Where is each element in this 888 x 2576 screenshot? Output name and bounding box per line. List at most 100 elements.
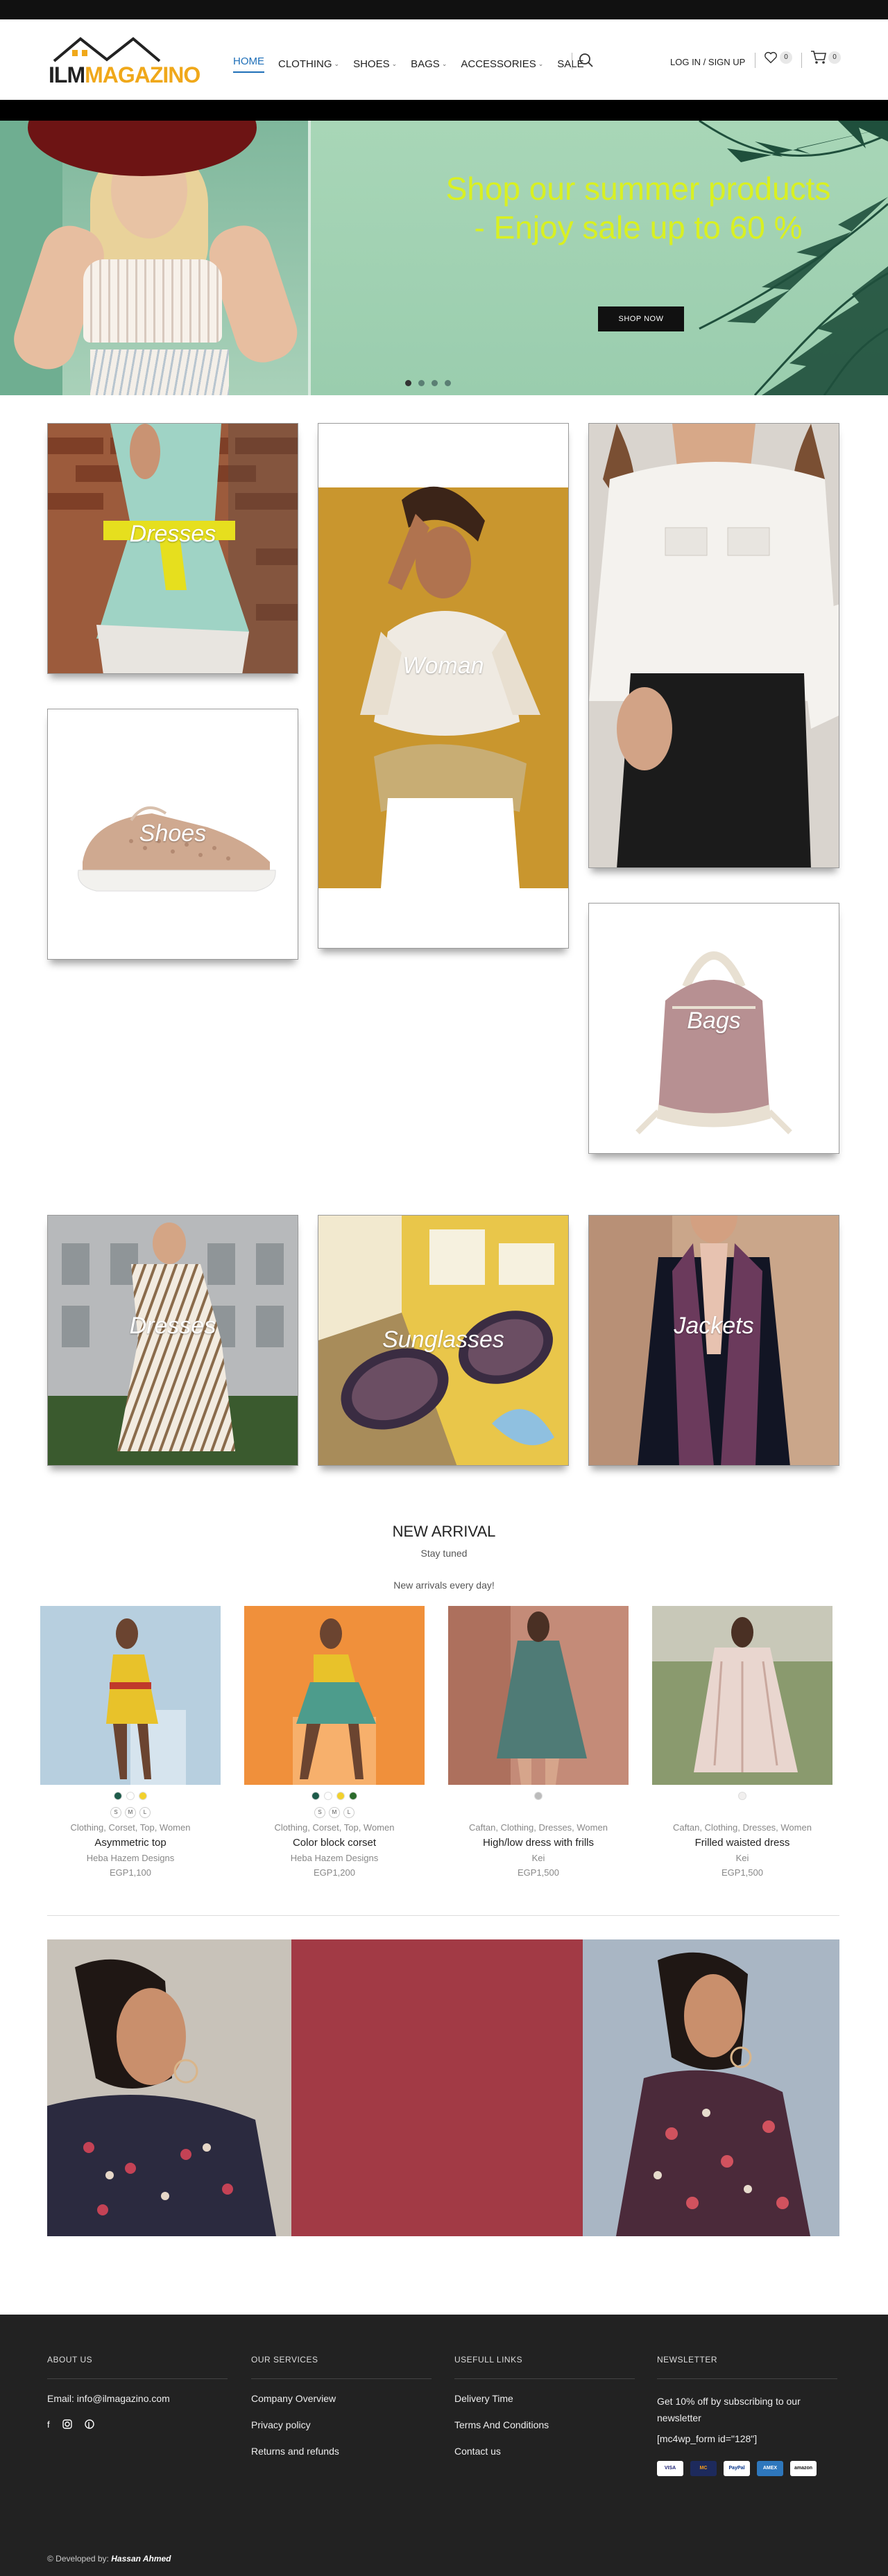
product-brand[interactable]: Kei [652, 1853, 832, 1863]
product-name[interactable]: Color block corset [244, 1837, 425, 1849]
new-arrival-subtitle: Stay tuned [420, 1548, 468, 1559]
category-tile-sunglasses[interactable]: Sunglasses [318, 1215, 569, 1466]
woman-photo [318, 424, 568, 948]
product-card[interactable]: Caftan, Clothing, Dresses, Women High/lo… [448, 1606, 629, 1878]
nav-item-home[interactable]: HOME [233, 55, 264, 73]
product-categories[interactable]: Caftan, Clothing, Dresses, Women [448, 1822, 629, 1833]
product-categories[interactable]: Clothing, Corset, Top, Women [244, 1822, 425, 1833]
developer-name[interactable]: Hassan Ahmed [111, 2554, 171, 2564]
product-categories[interactable]: Caftan, Clothing, Dresses, Women [652, 1822, 832, 1833]
size-option[interactable]: M [125, 1807, 136, 1818]
jacket-photo [589, 1216, 839, 1465]
category-label: Sunglasses [382, 1326, 504, 1353]
color-swatch[interactable] [311, 1792, 320, 1800]
color-swatch[interactable] [336, 1792, 345, 1800]
header-separator [801, 53, 802, 68]
dresses-photo [48, 424, 298, 673]
footer-link[interactable]: Privacy policy [251, 2419, 432, 2430]
shop-now-button[interactable]: SHOP NOW [598, 306, 684, 331]
product-card[interactable]: SML Clothing, Corset, Top, Women Asymmet… [40, 1606, 221, 1878]
nav-item-shoes[interactable]: SHOES ⌄ [353, 55, 397, 73]
category-tile-shoes[interactable]: Shoes [47, 709, 298, 960]
slider-dot[interactable] [418, 380, 425, 386]
instagram-icon[interactable] [62, 2419, 72, 2429]
product-brand[interactable]: Kei [448, 1853, 629, 1863]
product-image[interactable] [448, 1606, 629, 1785]
chevron-down-icon: ⌄ [538, 60, 544, 67]
category-tile-bags[interactable]: Bags [588, 903, 839, 1154]
footer-email[interactable]: Email: info@ilmagazino.com [47, 2393, 228, 2404]
main-nav: HOME CLOTHING ⌄ SHOES ⌄ BAGS ⌄ ACCESSORIES ⌄ SALE [233, 55, 598, 73]
login-signup-link[interactable]: LOG IN / SIGN UP [670, 57, 745, 67]
footer-newsletter: NEWSLETTER Get 10% off by subscribing to… [657, 2355, 837, 2476]
product-image[interactable] [652, 1606, 832, 1785]
color-swatch[interactable] [324, 1792, 332, 1800]
color-swatch[interactable] [534, 1792, 543, 1800]
footer-link[interactable]: Company Overview [251, 2393, 432, 2404]
product-name[interactable]: High/low dress with frills [448, 1837, 629, 1849]
size-option[interactable]: L [343, 1807, 355, 1818]
promo-banner[interactable] [47, 1939, 839, 2236]
section-divider [47, 1915, 839, 1916]
search-icon[interactable] [577, 51, 595, 69]
facebook-icon[interactable]: f [47, 2419, 50, 2430]
pinterest-icon[interactable] [84, 2419, 94, 2429]
category-tile-dresses[interactable]: Dresses [47, 423, 298, 674]
product-image[interactable] [40, 1606, 221, 1785]
category-tile-tops[interactable] [588, 423, 839, 868]
wishlist-button[interactable]: 0 [763, 50, 792, 65]
product-name[interactable]: Frilled waisted dress [652, 1837, 832, 1849]
slider-dot[interactable] [432, 380, 438, 386]
category-tile-woman[interactable]: Woman [318, 423, 569, 949]
footer-rule [47, 2378, 228, 2379]
footer-heading: NEWSLETTER [657, 2355, 718, 2365]
payment-methods: VISA MC PayPal AMEX amazon [657, 2461, 837, 2476]
footer-link[interactable]: Delivery Time [454, 2393, 635, 2404]
product-image[interactable] [244, 1606, 425, 1785]
product-photo [40, 1606, 221, 1785]
color-swatch[interactable] [738, 1792, 746, 1800]
product-brand[interactable]: Heba Hazem Designs [244, 1853, 425, 1863]
color-swatch[interactable] [114, 1792, 122, 1800]
product-name[interactable]: Asymmetric top [40, 1837, 221, 1849]
size-option[interactable]: M [329, 1807, 340, 1818]
logo-house-icon [53, 37, 161, 62]
category-tile-dresses-2[interactable]: Dresses [47, 1215, 298, 1466]
color-swatch[interactable] [126, 1792, 135, 1800]
product-categories[interactable]: Clothing, Corset, Top, Women [40, 1822, 221, 1833]
footer-rule [454, 2378, 635, 2379]
hero-model-photo [0, 121, 309, 395]
banner-image [47, 1939, 839, 2236]
size-option[interactable]: S [314, 1807, 325, 1818]
product-price: EGP1,200 [314, 1867, 355, 1878]
nav-item-clothing[interactable]: CLOTHING ⌄ [278, 55, 339, 73]
heart-icon [765, 51, 777, 64]
slider-dots [405, 380, 451, 386]
nav-item-bags[interactable]: BAGS ⌄ [411, 55, 447, 73]
product-brand[interactable]: Heba Hazem Designs [40, 1853, 221, 1863]
footer-credit: © Developed by: Hassan Ahmed [47, 2554, 171, 2564]
footer-heading: USEFULL LINKS [454, 2355, 523, 2365]
footer-link[interactable]: Terms And Conditions [454, 2419, 635, 2430]
slider-dot[interactable] [445, 380, 451, 386]
nav-item-accessories[interactable]: ACCESSORIES ⌄ [461, 55, 543, 73]
footer-link[interactable]: Returns and refunds [251, 2446, 432, 2457]
new-arrival-tagline: New arrivals every day! [393, 1580, 495, 1591]
size-options [652, 1807, 832, 1818]
slider-dot[interactable] [405, 380, 411, 386]
product-card[interactable]: Caftan, Clothing, Dresses, Women Frilled… [652, 1606, 832, 1878]
product-card[interactable]: SML Clothing, Corset, Top, Women Color b… [244, 1606, 425, 1878]
category-label: Jackets [674, 1313, 754, 1339]
category-tile-jackets[interactable]: Jackets [588, 1215, 839, 1466]
size-option[interactable]: L [139, 1807, 151, 1818]
cart-button[interactable]: 0 [810, 50, 841, 65]
white-shirt-photo [589, 424, 839, 867]
hero-title: Shop our summer products - Enjoy sale up… [445, 171, 831, 245]
color-swatch[interactable] [139, 1792, 147, 1800]
footer-link[interactable]: Contact us [454, 2446, 635, 2457]
site-logo[interactable]: ILMMAGAZINO [47, 35, 200, 89]
site-header: ILMMAGAZINO HOME CLOTHING ⌄ SHOES ⌄ BAGS ⌄ ACCE… [0, 19, 888, 100]
category-label: Dresses [129, 521, 216, 547]
size-option[interactable]: S [110, 1807, 121, 1818]
color-swatch[interactable] [349, 1792, 357, 1800]
